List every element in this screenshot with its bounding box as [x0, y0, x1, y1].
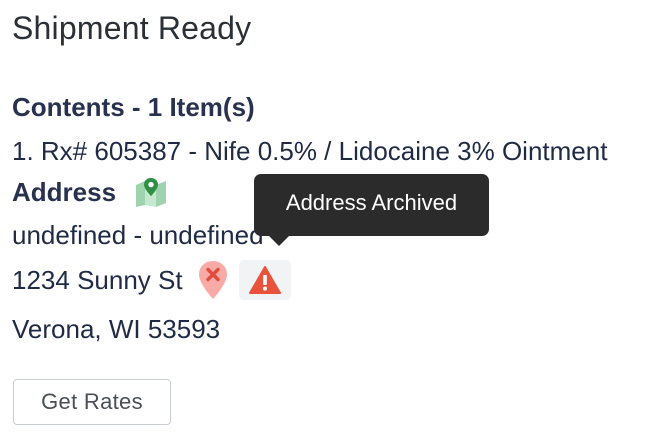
address-name-line: undefined - undefined — [12, 220, 264, 250]
map-icon[interactable] — [134, 176, 168, 208]
address-heading: Address — [12, 176, 117, 207]
tooltip-text: Address Archived — [285, 190, 458, 215]
address-heading-row: Address — [12, 176, 168, 208]
contents-heading: Contents - 1 Item(s) — [12, 92, 255, 122]
get-rates-button[interactable]: Get Rates — [13, 379, 171, 425]
address-city-state-zip: Verona, WI 53593 — [12, 314, 221, 344]
map-pin-x-icon[interactable] — [197, 260, 229, 300]
tooltip: Address Archived — [254, 174, 489, 236]
list-item: 1. Rx# 605387 - Nife 0.5% / Lidocaine 3%… — [12, 136, 608, 166]
address-street-row: 1234 Sunny St — [12, 260, 291, 300]
page-title: Shipment Ready — [12, 10, 252, 46]
address-warning-button[interactable] — [238, 260, 291, 300]
address-street: 1234 Sunny St — [12, 264, 183, 295]
warning-triangle-icon — [248, 266, 281, 294]
tooltip-arrow — [268, 235, 290, 246]
